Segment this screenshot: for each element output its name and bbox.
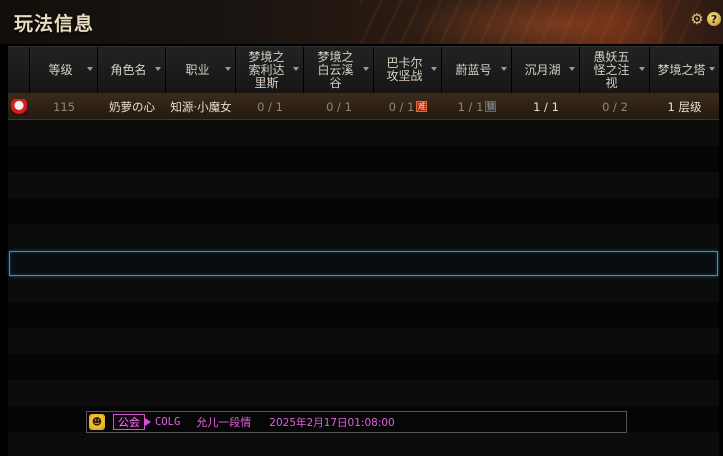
table-row-empty[interactable] [8, 224, 719, 250]
table-row-empty[interactable] [8, 328, 719, 354]
table-row-empty[interactable] [8, 302, 719, 328]
avatar [11, 98, 27, 115]
title-bar: 玩法信息 ⚙ ? [0, 0, 723, 44]
guild-date: 2025年2月17日01:08:00 [269, 416, 395, 429]
table-row-empty[interactable] [8, 276, 719, 302]
guild-player: 允儿一段情 [196, 416, 252, 429]
sort-caret-icon [501, 67, 507, 71]
cell-class: 知源·小魔女 [170, 99, 232, 114]
sort-caret-icon [225, 67, 231, 71]
cell-baiyun: 0 / 1 [326, 99, 352, 114]
column-header-name[interactable]: 角色名 [98, 47, 166, 93]
help-icon[interactable]: ? [707, 12, 721, 26]
bakal-count: 0 / 1 [388, 99, 415, 114]
table-row[interactable]: 115 奶萝の心 知源·小魔女 0 / 1 0 / 1 0 / 1 难 1 / … [8, 94, 719, 120]
difficulty-badge-icon: 难 [416, 101, 428, 112]
table-row-empty[interactable] [8, 380, 719, 406]
sort-caret-icon [155, 67, 161, 71]
table-row-empty[interactable] [8, 432, 719, 456]
window-title: 玩法信息 [14, 13, 95, 35]
guild-info-bar: ☻ 公会 COLG 允儿一段情 2025年2月17日01:08:00 [86, 411, 627, 433]
table-row-empty[interactable] [8, 120, 719, 146]
sort-caret-icon [569, 67, 575, 71]
selected-row-highlight[interactable] [9, 251, 718, 276]
azure-count: 1 / 1 [457, 99, 484, 114]
cell-fivemonsters: 0 / 2 [602, 99, 628, 114]
cell-azure: 1 / 1 锁 [442, 94, 512, 119]
column-header-tower[interactable]: 梦境之塔 [650, 47, 719, 93]
column-header-azure[interactable]: 蔚蓝号 [442, 47, 512, 93]
title-bar-decoration [360, 0, 700, 44]
column-header-fivemonsters[interactable]: 愚妖五怪之注视 [580, 47, 650, 93]
avatar-cell [8, 94, 30, 119]
guild-name: COLG [155, 416, 181, 428]
sort-caret-icon [639, 67, 645, 71]
column-header-avatar [8, 47, 30, 93]
column-header-baiyun[interactable]: 梦境之白云溪谷 [304, 47, 374, 93]
table-row-empty[interactable] [8, 172, 719, 198]
table-row-empty[interactable] [8, 198, 719, 224]
cell-moonlake: 1 / 1 [533, 99, 559, 114]
gear-icon[interactable]: ⚙ [690, 10, 704, 28]
sort-caret-icon [709, 67, 715, 71]
cell-tower: 1 层级 [667, 99, 702, 114]
column-header-class[interactable]: 职业 [166, 47, 236, 93]
smiley-icon[interactable]: ☻ [89, 414, 105, 430]
table-row-empty[interactable] [8, 146, 719, 172]
lock-icon: 锁 [485, 101, 497, 112]
table-row-empty[interactable] [8, 354, 719, 380]
sort-caret-icon [87, 67, 93, 71]
sort-caret-icon [431, 67, 437, 71]
top-icons: ⚙ ? [690, 10, 721, 28]
column-header-bakal[interactable]: 巴卡尔攻坚战 [374, 47, 442, 93]
column-header-level[interactable]: 等级 [30, 47, 98, 93]
column-header-solidaris[interactable]: 梦境之索利达里斯 [236, 47, 304, 93]
sort-caret-icon [363, 67, 369, 71]
cell-level: 115 [53, 99, 75, 114]
cell-bakal: 0 / 1 难 [374, 94, 442, 119]
cell-solidaris: 0 / 1 [257, 99, 283, 114]
cell-name: 奶萝の心 [109, 99, 155, 114]
sort-caret-icon [293, 67, 299, 71]
table-header: 等级 角色名 职业 梦境之索利达里斯 梦境之白云溪谷 巴卡尔攻坚战 蔚蓝号 沉月… [8, 46, 719, 94]
column-header-moonlake[interactable]: 沉月湖 [512, 47, 580, 93]
guild-tag: 公会 [113, 414, 151, 430]
